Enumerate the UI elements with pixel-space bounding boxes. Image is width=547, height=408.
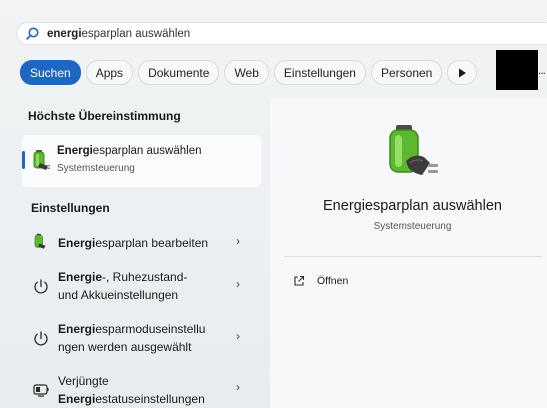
tab-apps[interactable]: Apps [85,60,134,85]
power-icon [34,279,48,294]
more-tabs-button[interactable] [447,60,478,85]
power-icon [34,331,48,346]
tab-personen[interactable]: Personen [370,60,443,85]
preview-panel: Energiesparplan auswählen Systemsteuerun… [270,98,547,408]
chevron-right-icon: › [236,329,240,343]
settings-item-edit-power-plan[interactable]: Energiesparplan bearbeiten › [28,232,262,254]
chevron-right-icon: › [236,234,240,248]
best-match-title: Energiesparplan auswählen [57,145,202,157]
settings-item-label: Verjüngte Energiestatuseinstellungen [58,374,205,406]
divider [284,256,542,257]
best-match-subtitle: Systemsteuerung [57,163,135,174]
settings-item-power-sleep-battery[interactable]: Energie-, Ruhezustand-und Akkueinstellun… [28,268,262,306]
more-options-button[interactable]: ... [538,63,546,77]
chevron-right-icon: › [236,380,240,394]
results-list: Höchste Übereinstimmung Energiesparplan … [0,98,268,408]
tab-suchen[interactable]: Suchen [20,60,81,85]
settings-item-energy-status[interactable]: Verjüngte Energiestatuseinstellungen › [28,372,262,408]
filter-tabs: Suchen Apps Dokumente Web Einstellungen … [20,60,482,85]
tab-web[interactable]: Web [224,60,269,85]
search-input[interactable]: energiesparplan auswählen [47,28,190,40]
settings-item-label: Energiesparplan bearbeiten [58,236,209,250]
tab-dokumente[interactable]: Dokumente [138,60,220,85]
play-icon [458,68,466,77]
open-action[interactable]: Öffnen [293,275,348,287]
settings-heading: Einstellungen [31,201,110,215]
settings-item-label: Energie-, Ruhezustand-und Akkueinstellun… [58,270,188,302]
search-box[interactable]: energiesparplan auswählen [16,22,547,45]
chevron-right-icon: › [236,277,240,291]
open-label: Öffnen [317,275,349,287]
best-match-item[interactable]: Energiesparplan auswählen Systemsteuerun… [22,135,261,187]
selection-indicator [22,151,25,169]
settings-item-label: Energiesparmoduseinstellu ngen werden aus… [58,322,206,354]
settings-item-energy-saver-mode[interactable]: Energiesparmoduseinstellu ngen werden aus… [28,320,262,358]
preview-subtitle: Systemsteuerung [373,221,452,232]
open-external-icon [294,275,305,286]
search-icon [26,27,40,41]
best-match-heading: Höchste Übereinstimmung [28,109,181,123]
preview-title: Energiesparplan auswählen [323,198,502,214]
battery-plug-icon [33,150,50,170]
battery-plug-icon [389,125,438,175]
battery-plug-icon [34,233,46,249]
redacted-block [496,50,538,90]
tab-einstellungen[interactable]: Einstellungen [273,60,366,85]
battery-status-icon [33,384,49,397]
